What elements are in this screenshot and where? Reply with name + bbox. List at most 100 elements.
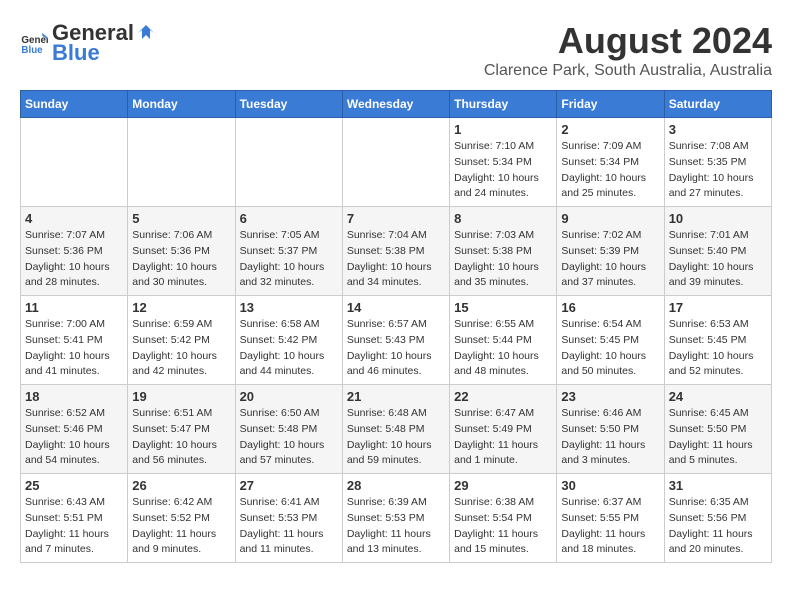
day-info: Sunrise: 6:43 AM Sunset: 5:51 PM Dayligh… (25, 495, 123, 558)
day-info: Sunrise: 6:39 AM Sunset: 5:53 PM Dayligh… (347, 495, 445, 558)
calendar-cell: 31 Sunrise: 6:35 AM Sunset: 5:56 PM Dayli… (664, 474, 771, 563)
calendar-cell: 8Sunrise: 7:03 AM Sunset: 5:38 PM Daylig… (450, 207, 557, 296)
day-info: Sunrise: 6:57 AM Sunset: 5:43 PM Dayligh… (347, 317, 445, 380)
day-info: Sunrise: 6:47 AM Sunset: 5:49 PM Dayligh… (454, 406, 552, 469)
calendar-cell: 11 Sunrise: 7:00 AM Sunset: 5:41 PM Dayli… (21, 296, 128, 385)
day-info: Sunrise: 6:45 AM Sunset: 5:50 PM Dayligh… (669, 406, 767, 469)
day-info: Sunrise: 7:05 AM Sunset: 5:37 PM Dayligh… (240, 228, 338, 291)
calendar-cell: 9Sunrise: 7:02 AM Sunset: 5:39 PM Daylig… (557, 207, 664, 296)
day-header-friday: Friday (557, 91, 664, 118)
day-info: Sunrise: 7:02 AM Sunset: 5:39 PM Dayligh… (561, 228, 659, 291)
day-number: 12 (132, 300, 230, 315)
day-header-tuesday: Tuesday (235, 91, 342, 118)
day-number: 17 (669, 300, 767, 315)
calendar-cell: 28Sunrise: 6:39 AM Sunset: 5:53 PM Dayli… (342, 474, 449, 563)
day-info: Sunrise: 7:06 AM Sunset: 5:36 PM Dayligh… (132, 228, 230, 291)
calendar-cell: 17 Sunrise: 6:53 AM Sunset: 5:45 PM Dayli… (664, 296, 771, 385)
day-info: Sunrise: 6:59 AM Sunset: 5:42 PM Dayligh… (132, 317, 230, 380)
day-number: 25 (25, 478, 123, 493)
day-number: 22 (454, 389, 552, 404)
calendar-cell: 10 Sunrise: 7:01 AM Sunset: 5:40 PM Dayli… (664, 207, 771, 296)
day-info: Sunrise: 7:00 AM Sunset: 5:41 PM Dayligh… (25, 317, 123, 380)
day-info: Sunrise: 7:10 AM Sunset: 5:34 PM Dayligh… (454, 139, 552, 202)
day-info: Sunrise: 6:48 AM Sunset: 5:48 PM Dayligh… (347, 406, 445, 469)
calendar-cell: 7 Sunrise: 7:04 AM Sunset: 5:38 PM Daylig… (342, 207, 449, 296)
day-info: Sunrise: 6:35 AM Sunset: 5:56 PM Dayligh… (669, 495, 767, 558)
day-number: 19 (132, 389, 230, 404)
logo-bird-icon (136, 23, 156, 43)
day-header-saturday: Saturday (664, 91, 771, 118)
day-number: 26 (132, 478, 230, 493)
main-title: August 2024 (484, 20, 772, 62)
day-info: Sunrise: 6:51 AM Sunset: 5:47 PM Dayligh… (132, 406, 230, 469)
day-info: Sunrise: 7:07 AM Sunset: 5:36 PM Dayligh… (25, 228, 123, 291)
day-info: Sunrise: 7:09 AM Sunset: 5:34 PM Dayligh… (561, 139, 659, 202)
day-number: 14 (347, 300, 445, 315)
day-header-thursday: Thursday (450, 91, 557, 118)
day-info: Sunrise: 6:50 AM Sunset: 5:48 PM Dayligh… (240, 406, 338, 469)
day-header-monday: Monday (128, 91, 235, 118)
title-block: August 2024 Clarence Park, South Austral… (484, 20, 772, 80)
day-number: 11 (25, 300, 123, 315)
day-number: 1 (454, 122, 552, 137)
day-info: Sunrise: 7:04 AM Sunset: 5:38 PM Dayligh… (347, 228, 445, 291)
day-info: Sunrise: 7:08 AM Sunset: 5:35 PM Dayligh… (669, 139, 767, 202)
day-number: 15 (454, 300, 552, 315)
calendar-cell: 25 Sunrise: 6:43 AM Sunset: 5:51 PM Dayli… (21, 474, 128, 563)
calendar-cell: 4 Sunrise: 7:07 AM Sunset: 5:36 PM Daylig… (21, 207, 128, 296)
calendar-cell: 13Sunrise: 6:58 AM Sunset: 5:42 PM Dayli… (235, 296, 342, 385)
day-number: 18 (25, 389, 123, 404)
day-number: 30 (561, 478, 659, 493)
svg-text:Blue: Blue (21, 45, 43, 56)
calendar-cell: 15Sunrise: 6:55 AM Sunset: 5:44 PM Dayli… (450, 296, 557, 385)
day-info: Sunrise: 6:46 AM Sunset: 5:50 PM Dayligh… (561, 406, 659, 469)
day-info: Sunrise: 7:03 AM Sunset: 5:38 PM Dayligh… (454, 228, 552, 291)
calendar-table: SundayMondayTuesdayWednesdayThursdayFrid… (20, 90, 772, 563)
calendar-cell (128, 118, 235, 207)
logo: General Blue General Blue (20, 20, 156, 66)
day-info: Sunrise: 6:52 AM Sunset: 5:46 PM Dayligh… (25, 406, 123, 469)
calendar-cell: 12 Sunrise: 6:59 AM Sunset: 5:42 PM Dayli… (128, 296, 235, 385)
day-number: 23 (561, 389, 659, 404)
logo-icon: General Blue (20, 29, 48, 57)
day-number: 24 (669, 389, 767, 404)
calendar-cell: 6Sunrise: 7:05 AM Sunset: 5:37 PM Daylig… (235, 207, 342, 296)
calendar-cell: 5 Sunrise: 7:06 AM Sunset: 5:36 PM Daylig… (128, 207, 235, 296)
day-number: 21 (347, 389, 445, 404)
calendar-cell: 27 Sunrise: 6:41 AM Sunset: 5:53 PM Dayli… (235, 474, 342, 563)
day-number: 5 (132, 211, 230, 226)
calendar-cell: 29 Sunrise: 6:38 AM Sunset: 5:54 PM Dayli… (450, 474, 557, 563)
calendar-cell: 21 Sunrise: 6:48 AM Sunset: 5:48 PM Dayli… (342, 385, 449, 474)
day-number: 31 (669, 478, 767, 493)
calendar-cell: 30 Sunrise: 6:37 AM Sunset: 5:55 PM Dayli… (557, 474, 664, 563)
calendar-cell: 3 Sunrise: 7:08 AM Sunset: 5:35 PM Daylig… (664, 118, 771, 207)
day-number: 29 (454, 478, 552, 493)
day-info: Sunrise: 6:53 AM Sunset: 5:45 PM Dayligh… (669, 317, 767, 380)
calendar-cell (21, 118, 128, 207)
day-number: 27 (240, 478, 338, 493)
day-number: 16 (561, 300, 659, 315)
day-info: Sunrise: 6:42 AM Sunset: 5:52 PM Dayligh… (132, 495, 230, 558)
day-number: 3 (669, 122, 767, 137)
calendar-cell: 23 Sunrise: 6:46 AM Sunset: 5:50 PM Dayli… (557, 385, 664, 474)
day-number: 2 (561, 122, 659, 137)
calendar-cell: 1 Sunrise: 7:10 AM Sunset: 5:34 PM Daylig… (450, 118, 557, 207)
calendar-cell: 19 Sunrise: 6:51 AM Sunset: 5:47 PM Dayli… (128, 385, 235, 474)
day-number: 13 (240, 300, 338, 315)
calendar-cell: 14 Sunrise: 6:57 AM Sunset: 5:43 PM Dayli… (342, 296, 449, 385)
day-number: 20 (240, 389, 338, 404)
day-number: 7 (347, 211, 445, 226)
day-info: Sunrise: 7:01 AM Sunset: 5:40 PM Dayligh… (669, 228, 767, 291)
day-info: Sunrise: 6:54 AM Sunset: 5:45 PM Dayligh… (561, 317, 659, 380)
day-number: 10 (669, 211, 767, 226)
day-header-sunday: Sunday (21, 91, 128, 118)
calendar-cell: 20 Sunrise: 6:50 AM Sunset: 5:48 PM Dayli… (235, 385, 342, 474)
day-info: Sunrise: 6:38 AM Sunset: 5:54 PM Dayligh… (454, 495, 552, 558)
calendar-cell: 18 Sunrise: 6:52 AM Sunset: 5:46 PM Dayli… (21, 385, 128, 474)
day-header-wednesday: Wednesday (342, 91, 449, 118)
day-info: Sunrise: 6:37 AM Sunset: 5:55 PM Dayligh… (561, 495, 659, 558)
calendar-cell (342, 118, 449, 207)
day-info: Sunrise: 6:41 AM Sunset: 5:53 PM Dayligh… (240, 495, 338, 558)
calendar-cell: 26 Sunrise: 6:42 AM Sunset: 5:52 PM Dayli… (128, 474, 235, 563)
day-number: 4 (25, 211, 123, 226)
